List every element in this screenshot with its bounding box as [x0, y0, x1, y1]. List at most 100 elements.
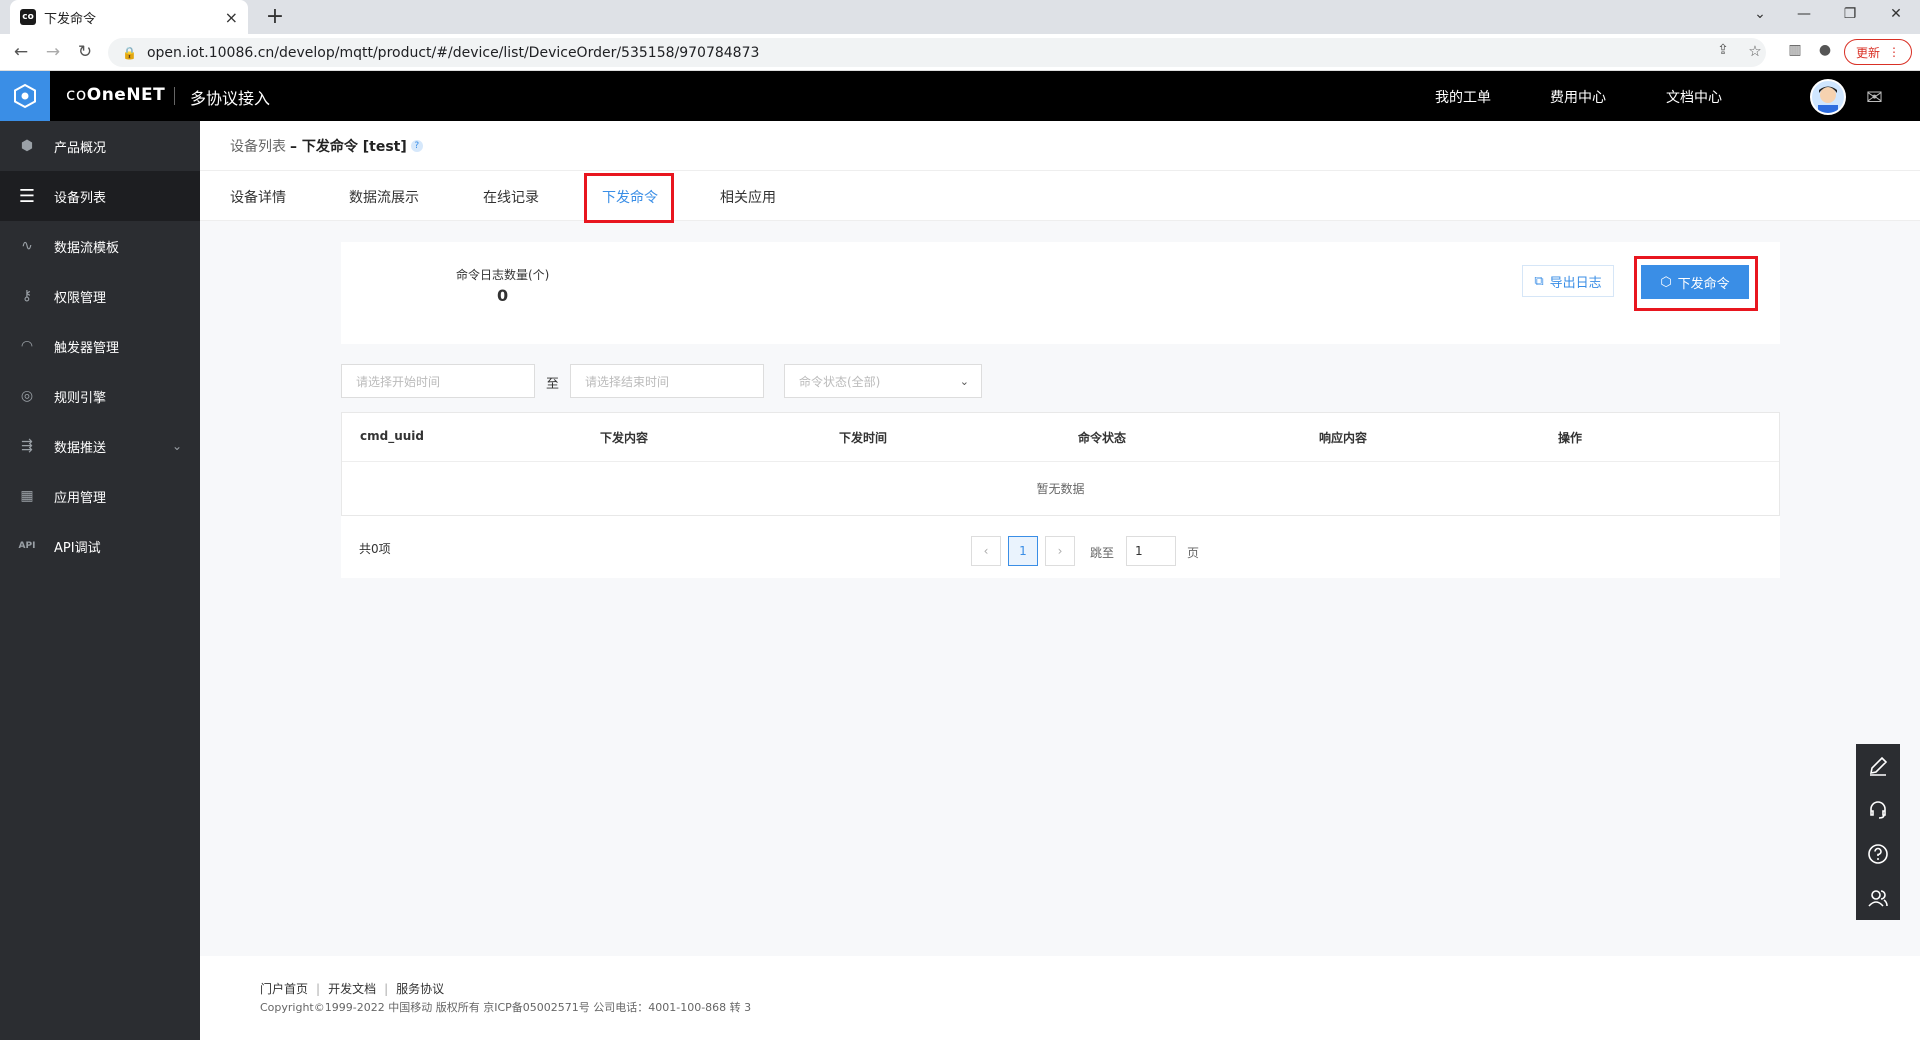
- profile-icon[interactable]: ●: [1814, 42, 1836, 58]
- tab-datastream[interactable]: 数据流展示: [349, 187, 419, 207]
- header-link-tickets[interactable]: 我的工单: [1435, 87, 1491, 107]
- mail-icon[interactable]: ✉: [1866, 85, 1883, 109]
- sidebar-item-label: 数据推送: [54, 440, 107, 456]
- hexagon-logo-icon[interactable]: [0, 71, 50, 121]
- sidebar-item-triggers[interactable]: ◠ 触发器管理: [0, 321, 200, 371]
- breadcrumb-parent[interactable]: 设备列表: [230, 136, 286, 156]
- side-panel-icon[interactable]: ▥: [1784, 42, 1806, 58]
- footer: 门户首页 | 开发文档 | 服务协议 Copyright©1999-2022 中国移动 …: [200, 956, 1920, 1040]
- favicon-icon: co: [20, 9, 36, 25]
- stat-value: 0: [497, 286, 509, 305]
- next-page-button[interactable]: ›: [1045, 536, 1075, 566]
- sidebar-item-permissions[interactable]: ⚷ 权限管理: [0, 271, 200, 321]
- column-header: 操作: [1558, 431, 1583, 445]
- footer-links: 门户首页 | 开发文档 | 服务协议: [260, 980, 444, 997]
- sidebar-item-datastream[interactable]: ∿ 数据流模板: [0, 221, 200, 271]
- column-header: 响应内容: [1319, 431, 1368, 445]
- browser-tab[interactable]: co 下发命令 ×: [10, 0, 248, 34]
- rule-icon: ◎: [20, 388, 34, 404]
- divider: |: [384, 982, 389, 996]
- sidebar-item-data-push[interactable]: ⇶ 数据推送 ⌄: [0, 421, 200, 471]
- browser-tab-title: 下发命令: [44, 11, 97, 27]
- column-header: 下发时间: [839, 431, 888, 445]
- tab-search-icon[interactable]: ⌄: [1750, 6, 1770, 22]
- brand-name: OneNET: [86, 85, 166, 105]
- range-separator: 至: [546, 377, 560, 392]
- export-log-label: 导出日志: [1549, 275, 1602, 291]
- sidebar-item-label: 数据流模板: [54, 240, 120, 256]
- list-icon: ☰: [18, 185, 36, 207]
- key-icon: ⚷: [21, 288, 33, 304]
- new-tab-icon[interactable]: +: [262, 4, 288, 30]
- pagination: 共0项 ‹ 1 › 跳至 1 页: [341, 516, 1780, 578]
- end-time-input[interactable]: 请选择结束时间: [570, 364, 764, 398]
- update-button[interactable]: 更新 ⋮: [1844, 39, 1912, 65]
- button-highlight-box: [1634, 256, 1758, 311]
- minimize-icon[interactable]: —: [1794, 6, 1814, 22]
- sidebar-item-device-list[interactable]: ☰ 设备列表: [0, 171, 200, 221]
- header-link-billing[interactable]: 费用中心: [1550, 87, 1606, 107]
- copy-icon: ⧉: [1534, 273, 1544, 289]
- back-icon[interactable]: ←: [10, 42, 32, 62]
- close-tab-icon[interactable]: ×: [225, 8, 238, 27]
- stat-card: 命令日志数量(个) 0 ⧉ 导出日志 ⬡ 下发命令: [341, 242, 1780, 344]
- divider: [174, 87, 175, 105]
- sidebar-item-label: 设备列表: [54, 190, 107, 206]
- tab-related-apps[interactable]: 相关应用: [720, 187, 776, 207]
- cube-icon: ⬢: [20, 138, 34, 154]
- forward-icon[interactable]: →: [42, 42, 64, 62]
- column-header: 下发内容: [600, 431, 649, 445]
- reload-icon[interactable]: ↻: [74, 42, 96, 62]
- help-icon[interactable]: ?: [410, 139, 423, 152]
- floating-toolbar: [1856, 744, 1900, 920]
- browser-tab-bar: co 下发命令 × + ⌄ — ❐ ✕: [0, 0, 1920, 34]
- sidebar-item-rules[interactable]: ◎ 规则引擎: [0, 371, 200, 421]
- start-time-placeholder: 请选择开始时间: [356, 374, 441, 389]
- headset-icon[interactable]: [1856, 788, 1900, 832]
- page-tabs: 设备详情 数据流展示 在线记录 下发命令 相关应用: [200, 171, 1920, 221]
- restore-icon[interactable]: ❐: [1840, 6, 1860, 22]
- edit-icon[interactable]: [1856, 744, 1900, 788]
- start-time-input[interactable]: 请选择开始时间: [341, 364, 535, 398]
- avatar[interactable]: [1810, 79, 1846, 115]
- sidebar-item-label: 产品概况: [54, 140, 107, 156]
- share-icon[interactable]: ⇪: [1712, 42, 1734, 58]
- header-link-docs[interactable]: 文档中心: [1666, 87, 1722, 107]
- prev-page-button[interactable]: ‹: [971, 536, 1001, 566]
- sidebar-item-label: 权限管理: [54, 290, 107, 306]
- export-log-button[interactable]: ⧉ 导出日志: [1522, 265, 1614, 297]
- page-button-current[interactable]: 1: [1008, 536, 1038, 566]
- footer-link-home[interactable]: 门户首页: [260, 982, 308, 996]
- end-time-placeholder: 请选择结束时间: [585, 374, 670, 389]
- tab-device-detail[interactable]: 设备详情: [230, 187, 286, 207]
- users-icon[interactable]: [1856, 876, 1900, 920]
- footer-link-docs[interactable]: 开发文档: [328, 982, 376, 996]
- tab-online-records[interactable]: 在线记录: [483, 187, 539, 207]
- help-icon[interactable]: [1856, 832, 1900, 876]
- url-text: open.iot.10086.cn/develop/mqtt/product/#…: [146, 44, 760, 61]
- sidebar-item-overview[interactable]: ⬢ 产品概况: [0, 121, 200, 171]
- sidebar-item-label: 应用管理: [54, 490, 107, 506]
- column-header: 命令状态: [1078, 431, 1127, 445]
- tab-highlight-box: [584, 173, 674, 223]
- update-label: 更新: [1855, 45, 1880, 60]
- command-table: cmd_uuid 下发内容 下发时间 命令状态 响应内容 操作 暂无数据: [341, 412, 1780, 516]
- sidebar-item-apps[interactable]: ▦ 应用管理: [0, 471, 200, 521]
- bookmark-star-icon[interactable]: ☆: [1744, 42, 1766, 60]
- status-select[interactable]: 命令状态(全部) ⌄: [784, 364, 982, 398]
- footer-link-terms[interactable]: 服务协议: [396, 982, 444, 996]
- url-field[interactable]: 🔒 open.iot.10086.cn/develop/mqtt/product…: [108, 38, 1766, 67]
- push-icon: ⇶: [21, 438, 33, 454]
- brand-glyph-icon: co: [66, 85, 87, 105]
- more-menu-icon: ⋮: [1888, 45, 1900, 59]
- jump-page-input[interactable]: 1: [1126, 536, 1176, 566]
- sidebar-item-api-debug[interactable]: API API调试: [0, 521, 200, 571]
- lock-icon: 🔒: [122, 45, 137, 60]
- grid-icon: ▦: [20, 488, 34, 504]
- trigger-icon: ◠: [20, 338, 34, 354]
- window-close-icon[interactable]: ✕: [1886, 6, 1906, 22]
- chevron-down-icon: ⌄: [959, 374, 969, 388]
- brand-logo[interactable]: coOneNET: [66, 85, 165, 105]
- app-header: coOneNET 多协议接入 我的工单 费用中心 文档中心 ✉: [0, 71, 1920, 121]
- flow-icon: ∿: [21, 238, 33, 254]
